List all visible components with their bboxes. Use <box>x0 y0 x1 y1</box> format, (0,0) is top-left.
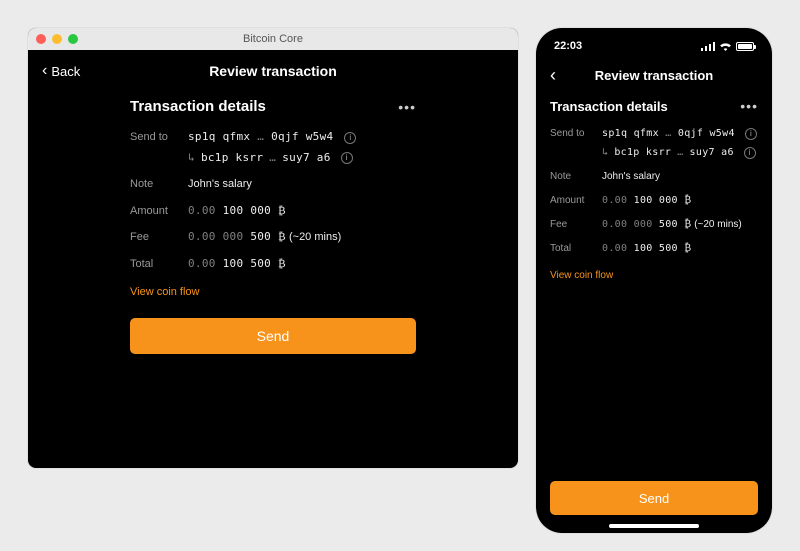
label-total: Total <box>550 241 602 256</box>
info-icon[interactable]: i <box>344 132 356 144</box>
section-title: Transaction details <box>130 98 266 115</box>
label-note: Note <box>550 169 602 184</box>
row-total: Total 0.00 100 500 ₿ <box>550 241 758 256</box>
value-note: John's salary <box>602 169 660 184</box>
info-icon[interactable]: i <box>341 152 353 164</box>
label-send-to: Send to <box>130 129 188 166</box>
row-send-to: Send to sp1q qfmx … 0qjf w5w4 i ↳ bc1p k… <box>550 126 758 160</box>
row-note: Note John's salary <box>130 176 416 193</box>
more-options-icon[interactable]: ••• <box>740 98 758 114</box>
value-fee: 0.00 000 500 ₿ (~20 mins) <box>188 229 341 246</box>
label-amount: Amount <box>550 193 602 208</box>
info-icon[interactable]: i <box>745 128 757 140</box>
label-total: Total <box>130 256 188 273</box>
label-fee: Fee <box>550 217 602 232</box>
home-indicator[interactable] <box>609 524 699 528</box>
wifi-icon <box>719 42 732 51</box>
sub-address-icon: ↳ <box>188 150 195 167</box>
page-title: Review transaction <box>28 63 518 79</box>
view-coin-flow-link[interactable]: View coin flow <box>130 286 200 298</box>
row-amount: Amount 0.00 100 000 ₿ <box>130 203 416 220</box>
info-icon[interactable]: i <box>744 147 756 159</box>
page-header: ‹ Back Review transaction <box>28 50 518 92</box>
value-fee: 0.00 000 500 ₿ (~20 mins) <box>602 217 742 232</box>
label-send-to: Send to <box>550 126 602 160</box>
value-amount: 0.00 100 000 ₿ <box>188 203 286 220</box>
signal-icon <box>701 42 715 51</box>
transaction-details: Transaction details ••• Send to sp1q qfm… <box>28 98 518 354</box>
row-fee: Fee 0.00 000 500 ₿ (~20 mins) <box>550 217 758 232</box>
row-total: Total 0.00 100 500 ₿ <box>130 256 416 273</box>
window-title: Bitcoin Core <box>28 33 518 45</box>
row-fee: Fee 0.00 000 500 ₿ (~20 mins) <box>130 229 416 246</box>
value-amount: 0.00 100 000 ₿ <box>602 193 691 208</box>
value-send-to: sp1q qfmx … 0qjf w5w4 i ↳ bc1p ksrr … su… <box>602 126 757 160</box>
value-total: 0.00 100 500 ₿ <box>602 241 691 256</box>
value-total: 0.00 100 500 ₿ <box>188 256 286 273</box>
status-time: 22:03 <box>554 40 582 52</box>
sub-address-icon: ↳ <box>602 145 608 160</box>
desktop-window: Bitcoin Core ‹ Back Review transaction T… <box>28 28 518 468</box>
section-title: Transaction details <box>550 99 668 114</box>
status-bar: 22:03 <box>536 28 772 58</box>
more-options-icon[interactable]: ••• <box>398 99 416 115</box>
view-coin-flow-link[interactable]: View coin flow <box>550 270 613 281</box>
page-header: ‹ Review transaction <box>536 58 772 94</box>
send-button[interactable]: Send <box>130 318 416 354</box>
send-button[interactable]: Send <box>550 481 758 515</box>
transaction-details: Transaction details ••• Send to sp1q qfm… <box>536 98 772 283</box>
value-send-to: sp1q qfmx … 0qjf w5w4 i ↳ bc1p ksrr … su… <box>188 129 356 166</box>
mobile-frame: 22:03 ‹ Review transaction Transaction d… <box>536 28 772 533</box>
page-title: Review transaction <box>536 68 772 83</box>
row-send-to: Send to sp1q qfmx … 0qjf w5w4 i ↳ bc1p k… <box>130 129 416 166</box>
label-amount: Amount <box>130 203 188 220</box>
label-note: Note <box>130 176 188 193</box>
label-fee: Fee <box>130 229 188 246</box>
row-amount: Amount 0.00 100 000 ₿ <box>550 193 758 208</box>
value-note: John's salary <box>188 176 252 193</box>
battery-icon <box>736 42 754 51</box>
row-note: Note John's salary <box>550 169 758 184</box>
window-titlebar: Bitcoin Core <box>28 28 518 50</box>
